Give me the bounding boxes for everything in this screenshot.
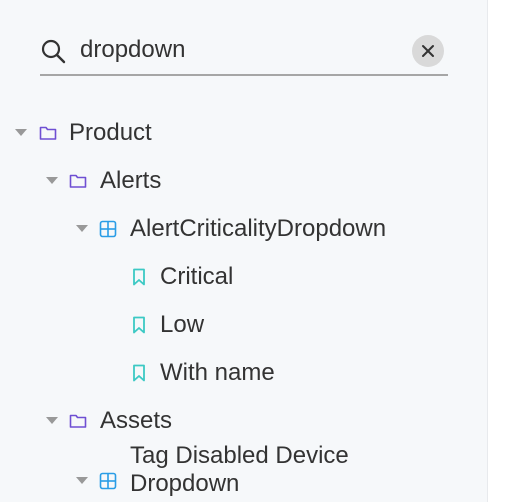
tree-item-tag-disabled-device-dropdown[interactable]: Tag Disabled Device Dropdown (0, 442, 487, 502)
tree-item-alerts[interactable]: Alerts (0, 157, 487, 205)
component-icon (99, 472, 117, 490)
tree-item-story-with-name[interactable]: With name (0, 349, 487, 397)
tree-item-label: With name (160, 359, 275, 386)
clear-search-button[interactable] (412, 35, 444, 67)
component-icon (99, 220, 117, 238)
chevron-down-icon (46, 177, 58, 184)
close-icon (422, 45, 434, 57)
bookmark-icon (133, 268, 145, 286)
chevron-down-icon (46, 417, 58, 424)
chevron-down-icon (15, 129, 27, 136)
chevron-down-icon (76, 225, 88, 232)
tree-item-assets[interactable]: Assets (0, 397, 487, 445)
folder-icon (69, 414, 87, 428)
tree-item-label: Assets (100, 407, 173, 434)
tree-item-label: Product (69, 119, 152, 146)
chevron-down-icon (76, 477, 88, 484)
folder-icon (39, 126, 57, 140)
sidebar: Product Alerts AlertCriticalityDropdown (0, 0, 487, 502)
search-input[interactable] (80, 34, 400, 66)
tree-item-story-low[interactable]: Low (0, 301, 487, 349)
tree-item-label: Critical (160, 263, 234, 290)
tree-item-label: Low (160, 311, 205, 338)
bookmark-icon (133, 364, 145, 382)
tree-item-label: AlertCriticalityDropdown (130, 215, 387, 242)
bookmark-icon (133, 316, 145, 334)
search-bar (40, 28, 448, 76)
tree-item-product[interactable]: Product (0, 109, 487, 157)
preview-pane (487, 0, 520, 502)
tree-item-label: Tag Disabled Device Dropdown (130, 442, 349, 497)
tree-item-alert-criticality-dropdown[interactable]: AlertCriticalityDropdown (0, 205, 487, 253)
folder-icon (69, 174, 87, 188)
tree-item-label: Alerts (100, 167, 162, 194)
tree-item-story-critical[interactable]: Critical (0, 253, 487, 301)
search-icon (41, 39, 66, 64)
story-tree: Product Alerts AlertCriticalityDropdown (0, 109, 487, 502)
